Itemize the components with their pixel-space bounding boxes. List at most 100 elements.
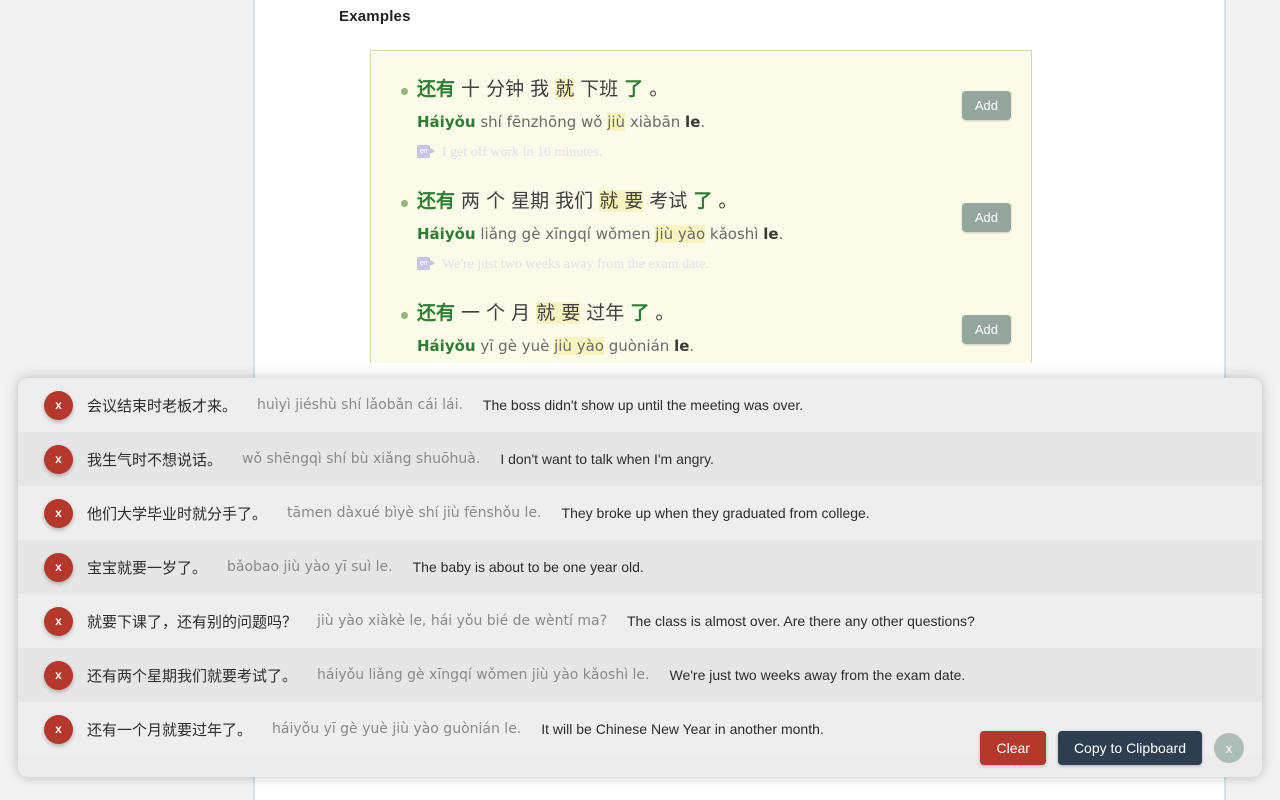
- sentence-row: x 就要下课了，还有别的问题吗？ jiù yào xiàkè le, hái yǒu…: [18, 594, 1262, 648]
- en-language-icon: en: [417, 257, 436, 270]
- hanzi-segment: 。: [649, 302, 675, 324]
- hanzi-segment: 。: [712, 190, 738, 212]
- delete-sentence-icon[interactable]: x: [44, 498, 73, 528]
- pinyin-segment: le: [763, 225, 779, 243]
- pinyin-segment: xiàbān: [625, 113, 686, 131]
- sentence-pinyin: bǎobao jiù yào yī suì le.: [227, 559, 393, 575]
- sentence-pinyin: háiyǒu liǎng gè xīngqí wǒmen jiù yào kǎo…: [317, 667, 650, 683]
- hanzi-segment: 。: [643, 78, 669, 100]
- pinyin-segment: shí fēnzhōng wǒ: [475, 113, 608, 131]
- pinyin-segment: le: [685, 113, 701, 131]
- bullet-icon: [401, 312, 408, 319]
- pinyin-segment: le: [674, 337, 690, 355]
- sentence-english: We're just two weeks away from the exam …: [669, 667, 966, 683]
- en-language-icon-arrow: [429, 147, 435, 155]
- sentence-hanzi: 会议结束时老板才来。: [87, 396, 238, 415]
- example-pinyin: Háiyǒu shí fēnzhōng wǒ jiù xiàbān le.: [417, 111, 975, 133]
- delete-sentence-icon[interactable]: x: [44, 390, 73, 420]
- sentence-english: It will be Chinese New Year in another m…: [541, 721, 824, 737]
- add-example-button[interactable]: Add: [961, 91, 1011, 120]
- example-pinyin: Háiyǒu yī gè yuè jiù yào guònián le.: [417, 335, 975, 357]
- example-hanzi: 还有 一 个 月 就 要 过年 了 。: [417, 299, 975, 327]
- hanzi-segment: 就: [555, 78, 575, 100]
- delete-sentence-icon[interactable]: x: [44, 606, 73, 636]
- hanzi-segment: 两 个 星期 我们: [455, 190, 600, 212]
- pinyin-segment: .: [689, 337, 695, 355]
- pinyin-segment: Háiyǒu: [417, 225, 476, 243]
- bullet-icon: [401, 88, 408, 95]
- example-english-text: I get off work in 10 minutes.: [442, 145, 603, 160]
- hanzi-segment: 一 个 月: [455, 302, 537, 324]
- sentence-english: They broke up when they graduated from c…: [561, 505, 870, 521]
- delete-sentence-icon[interactable]: x: [44, 714, 73, 744]
- sentence-hanzi: 他们大学毕业时就分手了。: [87, 504, 268, 523]
- sentence-pinyin: huìyì jiéshù shí lǎobǎn cái lái.: [257, 397, 463, 413]
- delete-sentence-icon[interactable]: x: [44, 552, 73, 582]
- sentence-pinyin: tāmen dàxué bìyè shí jiù fēnshǒu le.: [287, 505, 542, 521]
- sentence-row: x 他们大学毕业时就分手了。 tāmen dàxué bìyè shí jiù fē…: [18, 486, 1262, 540]
- pinyin-segment: liǎng gè xīngqí wǒmen: [475, 225, 656, 243]
- sentence-english: The class is almost over. Are there any …: [627, 613, 975, 629]
- delete-sentence-icon[interactable]: x: [44, 660, 73, 690]
- example-english-text: We're just two weeks away from the exam …: [442, 257, 709, 272]
- example-hanzi: 还有 十 分钟 我 就 下班 了 。: [417, 75, 975, 103]
- pinyin-segment: yī gè yuè: [475, 337, 555, 355]
- sentence-row: x 还有两个星期我们就要考试了。 háiyǒu liǎng gè xīngqí wǒ…: [18, 648, 1262, 702]
- pinyin-segment: jiù yào: [554, 337, 604, 355]
- hanzi-segment: 考试: [643, 190, 694, 212]
- en-language-icon-arrow: [429, 259, 435, 267]
- pinyin-segment: .: [778, 225, 784, 243]
- hanzi-segment: 了: [630, 302, 650, 324]
- pinyin-segment: jiù: [607, 113, 626, 131]
- sentence-hanzi: 还有两个星期我们就要考试了。: [87, 666, 298, 685]
- pinyin-segment: Háiyǒu: [417, 113, 476, 131]
- pinyin-segment: Háiyǒu: [417, 337, 476, 355]
- app-root: Examples 还有 十 分钟 我 就 下班 了 。 Háiyǒu shí fē…: [0, 0, 1280, 800]
- sentence-row: x 宝宝就要一岁了。 bǎobao jiù yào yī suì le. The ba…: [18, 540, 1262, 594]
- example-row: 还有 十 分钟 我 就 下班 了 。 Háiyǒu shí fēnzhōng wǒ…: [371, 65, 1031, 177]
- pinyin-segment: jiù yào: [655, 225, 706, 243]
- sentence-hanzi: 就要下课了，还有别的问题吗？: [87, 612, 298, 631]
- sentence-english: The boss didn't show up until the meetin…: [482, 397, 804, 413]
- pinyin-segment: .: [700, 113, 706, 131]
- bullet-icon: [401, 200, 408, 207]
- add-example-button[interactable]: Add: [961, 315, 1011, 344]
- en-language-icon: en: [417, 145, 436, 158]
- clear-button[interactable]: Clear: [980, 731, 1046, 765]
- example-row: 还有 一 个 月 就 要 过年 了 。 Háiyǒu yī gè yuè jiù …: [371, 289, 1031, 363]
- hanzi-segment: 了: [624, 78, 644, 100]
- hanzi-segment: 还有: [417, 190, 456, 212]
- saved-sentences-panel: x 会议结束时老板才来。 huìyì jiéshù shí lǎobǎn cái l…: [18, 378, 1262, 777]
- close-panel-icon[interactable]: x: [1214, 733, 1244, 763]
- sentence-hanzi: 我生气时不想说话。: [87, 450, 223, 469]
- hanzi-segment: 下班: [574, 78, 625, 100]
- example-pinyin: Háiyǒu liǎng gè xīngqí wǒmen jiù yào kǎo…: [417, 223, 975, 245]
- pinyin-segment: guònián: [603, 337, 675, 355]
- pinyin-segment: kǎoshì: [705, 225, 764, 243]
- sentence-row: x 我生气时不想说话。 wǒ shēngqì shí bù xiǎng shuōhu…: [18, 432, 1262, 486]
- example-english: en I get off work in 10 minutes.: [417, 143, 975, 163]
- hanzi-segment: 就 要: [599, 190, 644, 212]
- add-example-button[interactable]: Add: [961, 203, 1011, 232]
- delete-sentence-icon[interactable]: x: [44, 444, 73, 474]
- panel-footer-actions: Clear Copy to Clipboard x: [980, 731, 1244, 765]
- hanzi-segment: 还有: [417, 78, 456, 100]
- examples-card: 还有 十 分钟 我 就 下班 了 。 Háiyǒu shí fēnzhōng wǒ…: [370, 50, 1032, 363]
- sentence-hanzi: 还有一个月就要过年了。: [87, 720, 253, 739]
- sentence-hanzi: 宝宝就要一岁了。: [87, 558, 208, 577]
- hanzi-segment: 还有: [417, 302, 456, 324]
- sentence-pinyin: wǒ shēngqì shí bù xiǎng shuōhuà.: [242, 451, 481, 467]
- example-english: en We're just two weeks away from the exa…: [417, 255, 975, 275]
- sentence-row: x 会议结束时老板才来。 huìyì jiéshù shí lǎobǎn cái l…: [18, 378, 1262, 432]
- page-title: Examples: [339, 8, 411, 25]
- sentence-pinyin: háiyǒu yī gè yuè jiù yào guònián le.: [272, 721, 522, 737]
- sentence-english: I don't want to talk when I'm angry.: [500, 451, 714, 467]
- hanzi-segment: 十 分钟 我: [455, 78, 556, 100]
- example-row: 还有 两 个 星期 我们 就 要 考试 了 。 Háiyǒu liǎng gè x…: [371, 177, 1031, 289]
- sentence-list: x 会议结束时老板才来。 huìyì jiéshù shí lǎobǎn cái l…: [18, 378, 1262, 756]
- sentence-english: The baby is about to be one year old.: [412, 559, 644, 575]
- copy-to-clipboard-button[interactable]: Copy to Clipboard: [1057, 731, 1202, 765]
- sentence-pinyin: jiù yào xiàkè le, hái yǒu bié de wèntí m…: [317, 613, 607, 629]
- example-hanzi: 还有 两 个 星期 我们 就 要 考试 了 。: [417, 187, 975, 215]
- hanzi-segment: 了: [693, 190, 713, 212]
